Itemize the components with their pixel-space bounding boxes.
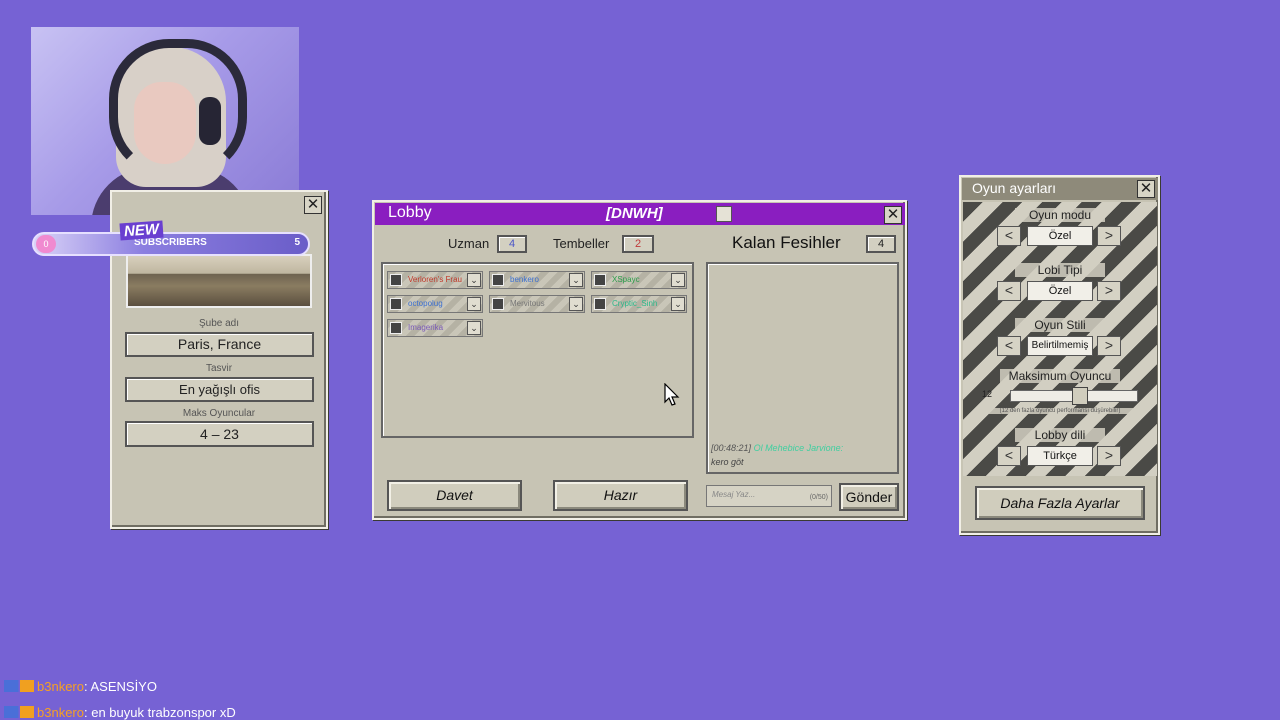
- subscriber-goal-bar: 0 SUBSCRIBERS 5: [32, 232, 310, 256]
- player-avatar: [492, 274, 504, 286]
- office-image: [126, 254, 312, 308]
- max-players-setting-label: Maksimum Oyuncu: [1000, 369, 1120, 383]
- language-next-button[interactable]: >: [1097, 446, 1121, 466]
- player-name: Cryptic_Sinh: [612, 299, 658, 308]
- max-players-label: Maks Oyuncular: [182, 408, 256, 419]
- invite-button[interactable]: Davet: [387, 480, 522, 511]
- player-name: benkero: [510, 275, 539, 284]
- chat-username: b3nkero: [37, 679, 84, 694]
- mode-prev-button[interactable]: <: [997, 226, 1021, 246]
- expert-value: 4: [497, 235, 527, 253]
- remaining-value: 4: [866, 235, 896, 253]
- style-value: Belirtilmemiş: [1027, 336, 1093, 356]
- player-name: Mervitous: [510, 299, 545, 308]
- lobby-code: [DNWH]: [606, 205, 663, 222]
- mode-next-button[interactable]: >: [1097, 226, 1121, 246]
- mode-value: Özel: [1027, 226, 1093, 246]
- player-avatar: [594, 274, 606, 286]
- chat-text: kero göt: [711, 457, 744, 467]
- chat-text: : en buyuk trabzonspor xD: [83, 705, 236, 720]
- remaining-label: Kalan Fesihler: [732, 233, 841, 252]
- player-avatar: [594, 298, 606, 310]
- mode-label: Oyun modu: [1015, 208, 1105, 222]
- chat-line: b3nkero: ASENSİYO: [4, 679, 157, 694]
- desc-field: En yağışlı ofis: [125, 377, 314, 402]
- chat-message: [00:48:21] Ol Mehebice Jarvione:: [711, 443, 843, 453]
- ready-button[interactable]: Hazır: [553, 480, 688, 511]
- language-prev-button[interactable]: <: [997, 446, 1021, 466]
- settings-title: Oyun ayarları: [972, 180, 1057, 196]
- player-avatar: [390, 322, 402, 334]
- style-prev-button[interactable]: <: [997, 336, 1021, 356]
- chat-line: b3nkero: en buyuk trabzonspor xD: [4, 705, 236, 720]
- lobby-type-label: Lobi Tipi: [1015, 263, 1105, 277]
- branch-field: Paris, France: [125, 332, 314, 357]
- player-slot[interactable]: Mervitous ⌄: [489, 295, 585, 313]
- lobby-type-value: Özel: [1027, 281, 1093, 301]
- message-placeholder: Mesaj Yaz...: [712, 490, 756, 499]
- language-value: Türkçe: [1027, 446, 1093, 466]
- player-dropdown-icon[interactable]: ⌄: [671, 297, 685, 311]
- player-slot[interactable]: benkero ⌄: [489, 271, 585, 289]
- player-slot[interactable]: XSpayc ⌄: [591, 271, 687, 289]
- player-slot[interactable]: Verloren's Frau ⌄: [387, 271, 483, 289]
- player-name: octopolug: [408, 299, 443, 308]
- lobby-title: Lobby: [388, 204, 432, 221]
- chat-badge-icon: [4, 706, 34, 718]
- chat-badge-icon: [4, 680, 34, 692]
- player-dropdown-icon[interactable]: ⌄: [467, 297, 481, 311]
- expert-label: Uzman: [448, 236, 490, 251]
- chat-username: b3nkero: [37, 705, 84, 720]
- player-avatar: [390, 298, 402, 310]
- branch-label: Şube adı: [198, 318, 240, 329]
- player-avatar: [390, 274, 402, 286]
- webcam-feed: [31, 27, 299, 215]
- lobby-type-next-button[interactable]: >: [1097, 281, 1121, 301]
- player-name: Verloren's Frau: [408, 275, 462, 284]
- desc-label: Tasvir: [205, 363, 233, 374]
- lazy-value: 2: [622, 235, 654, 253]
- max-players-note: (12 den fazla oyuncu performansı düşüreb…: [985, 408, 1135, 414]
- player-slot[interactable]: Imagerika ⌄: [387, 319, 483, 337]
- max-players-setting-value: 12: [982, 389, 993, 399]
- message-counter: (0/50): [809, 494, 828, 501]
- more-settings-button[interactable]: Daha Fazla Ayarlar: [975, 486, 1145, 520]
- player-slot[interactable]: octopolug ⌄: [387, 295, 483, 313]
- player-dropdown-icon[interactable]: ⌄: [569, 273, 583, 287]
- lobby-close-button[interactable]: ✕: [884, 206, 902, 224]
- player-name: XSpayc: [612, 275, 640, 284]
- chat-user: Ol Mehebice Jarvione:: [753, 443, 844, 453]
- slider-thumb[interactable]: [1072, 387, 1088, 405]
- max-players-slider[interactable]: [1010, 387, 1138, 405]
- branch-close-button[interactable]: ✕: [304, 196, 322, 214]
- subs-count: 5: [294, 237, 300, 248]
- lazy-label: Tembeller: [553, 236, 610, 251]
- language-label: Lobby dili: [1015, 428, 1105, 442]
- chat-text: : ASENSİYO: [83, 679, 157, 694]
- lobby-type-prev-button[interactable]: <: [997, 281, 1021, 301]
- player-dropdown-icon[interactable]: ⌄: [467, 321, 481, 335]
- new-badge: NEW: [119, 220, 164, 241]
- player-name: Imagerika: [408, 323, 444, 332]
- chat-time: [00:48:21]: [711, 443, 752, 453]
- message-input[interactable]: Mesaj Yaz... (0/50): [706, 485, 832, 507]
- player-slot[interactable]: Cryptic_Sinh ⌄: [591, 295, 687, 313]
- style-label: Oyun Stili: [1015, 318, 1105, 332]
- max-players-field: 4 – 23: [125, 421, 314, 447]
- player-dropdown-icon[interactable]: ⌄: [671, 273, 685, 287]
- player-dropdown-icon[interactable]: ⌄: [467, 273, 481, 287]
- player-avatar: [492, 298, 504, 310]
- mouse-cursor-icon: [664, 383, 680, 406]
- style-next-button[interactable]: >: [1097, 336, 1121, 356]
- player-dropdown-icon[interactable]: ⌄: [569, 297, 583, 311]
- subs-start: 0: [36, 235, 56, 253]
- send-button[interactable]: Gönder: [839, 483, 899, 511]
- settings-close-button[interactable]: ✕: [1137, 180, 1155, 198]
- copy-code-icon[interactable]: [716, 206, 732, 222]
